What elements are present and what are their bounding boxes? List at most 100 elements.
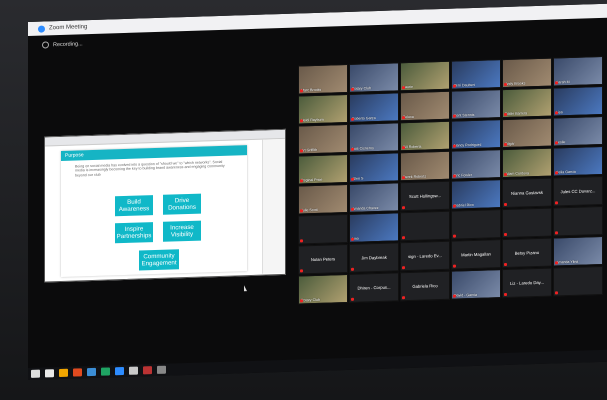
- app-icon[interactable]: [129, 366, 138, 375]
- participant-tile[interactable]: [553, 205, 603, 237]
- participant-name-label: Eddie Barrera: [505, 111, 528, 117]
- participant-display-name: Jim Daybreak: [361, 254, 387, 261]
- participant-tile[interactable]: Nianna Gustavsk: [502, 177, 552, 209]
- participant-tile[interactable]: Eric Fowler: [451, 149, 501, 180]
- record-icon: [42, 41, 49, 49]
- participant-tile[interactable]: Sarah M: [553, 55, 603, 87]
- muted-mic-icon: [402, 206, 405, 210]
- recording-label: Recording...: [53, 40, 83, 48]
- participant-name-label: Roberto Garza: [352, 116, 376, 121]
- muted-mic-icon: [351, 117, 354, 121]
- participant-name-label: Andy Brooks: [505, 81, 526, 87]
- participant-tile[interactable]: Jim Daybreak: [349, 242, 399, 273]
- participant-name-label: Kent Stennis: [454, 112, 475, 118]
- browser-icon[interactable]: [87, 367, 96, 377]
- participant-name-label: Art Griffith: [301, 147, 318, 153]
- muted-mic-icon: [402, 266, 405, 270]
- muted-mic-icon: [402, 296, 405, 300]
- participant-tile[interactable]: [298, 213, 348, 245]
- muted-mic-icon: [555, 81, 558, 85]
- participant-tile[interactable]: Derek Roberts: [400, 150, 450, 182]
- participant-tile[interactable]: Eddie Barrera: [502, 87, 552, 119]
- participant-tile[interactable]: Laurie: [400, 60, 450, 92]
- participant-tile[interactable]: Liz - Laredo Day...: [502, 267, 552, 299]
- start-button-icon[interactable]: [31, 369, 40, 378]
- participant-tile[interactable]: Marc Brooks: [298, 63, 348, 95]
- participant-tile[interactable]: Reginal Price: [298, 153, 348, 185]
- participant-tile[interactable]: Gabriela Rico: [400, 270, 450, 302]
- zoom-taskbar-icon[interactable]: [115, 366, 124, 376]
- participant-tile[interactable]: Kent Stennis: [451, 89, 501, 120]
- participant-tile[interactable]: Rotary Club: [298, 273, 348, 305]
- participant-name-label: Sarah M: [556, 79, 570, 85]
- participant-tile[interactable]: Amanda Chavez: [349, 182, 399, 213]
- participant-name-label: Marc Brooks: [301, 87, 322, 93]
- app-icon-3[interactable]: [157, 365, 166, 374]
- spreadsheet-icon[interactable]: [101, 367, 110, 376]
- participant-tile[interactable]: Roberto Garza: [349, 92, 399, 123]
- participant-tile[interactable]: [451, 209, 501, 240]
- muted-mic-icon: [351, 87, 354, 91]
- participant-tile[interactable]: Celia Garcia: [553, 145, 603, 177]
- participant-tile[interactable]: Zeluca: [400, 90, 450, 122]
- file-explorer-icon[interactable]: [59, 368, 68, 378]
- participant-tile[interactable]: [502, 207, 552, 239]
- doc-body: Being on social media has evolved into a…: [75, 159, 225, 178]
- participant-tile[interactable]: Art Griffith: [298, 123, 348, 155]
- participant-tile[interactable]: Adam Cordova: [502, 147, 552, 179]
- firefox-icon[interactable]: [73, 368, 82, 377]
- participant-tile[interactable]: Nancy Rodriguez: [451, 119, 501, 150]
- muted-mic-icon: [555, 111, 558, 115]
- participant-tile[interactable]: Lino: [349, 212, 399, 243]
- participant-tile[interactable]: Julie Scott: [298, 183, 348, 215]
- participant-display-name: Gabriela Rico: [412, 283, 438, 289]
- participant-tile[interactable]: Scott Hollingsw...: [400, 180, 450, 212]
- app-icon-2[interactable]: [143, 366, 152, 375]
- participant-tile[interactable]: Leslie: [553, 115, 603, 147]
- participant-tile[interactable]: Luis Cisneros: [349, 122, 399, 153]
- participant-tile[interactable]: Amanda Ylina: [553, 235, 603, 267]
- participant-tile[interactable]: Gabriel Rico: [451, 179, 501, 210]
- participant-name-label: David - Garcia: [454, 292, 477, 298]
- participant-display-name: Scott Hollingsw...: [409, 193, 441, 200]
- participant-tile[interactable]: [400, 210, 450, 242]
- muted-mic-icon: [453, 294, 456, 298]
- participant-tile[interactable]: sign - Laredo Ev...: [400, 240, 450, 272]
- participant-display-name: Liz - Laredo Day...: [510, 279, 544, 286]
- window-title: Zoom Meeting: [49, 24, 88, 32]
- participant-tile[interactable]: Edgar: [502, 117, 552, 149]
- participant-tile[interactable]: Bill Roberts: [400, 120, 450, 152]
- participant-display-name: Nianna Gustavsk: [511, 189, 543, 196]
- muted-mic-icon: [453, 84, 456, 88]
- participant-tile[interactable]: Rotary Club: [349, 62, 399, 93]
- muted-mic-icon: [555, 171, 558, 175]
- muted-mic-icon: [504, 82, 507, 87]
- participant-tile[interactable]: Lisa: [553, 85, 603, 117]
- participant-tile[interactable]: Heidi Rayburn: [298, 93, 348, 125]
- recording-indicator[interactable]: Recording...: [42, 40, 83, 49]
- participant-tile[interactable]: Betsy Pizano: [502, 237, 552, 269]
- muted-mic-icon: [453, 144, 456, 148]
- participant-name-label: Amanda Chavez: [352, 205, 379, 211]
- muted-mic-icon: [504, 172, 507, 177]
- muted-mic-icon: [300, 269, 303, 273]
- participant-tile[interactable]: Nolan Peters: [298, 243, 348, 275]
- participant-name-label: Celia Garcia: [556, 169, 576, 175]
- participant-tile[interactable]: Jules CC Duvarz...: [553, 175, 603, 207]
- muted-mic-icon: [555, 291, 558, 295]
- participant-tile[interactable]: Allen S: [349, 152, 399, 183]
- muted-mic-icon: [300, 119, 303, 123]
- participant-tile[interactable]: [553, 265, 603, 297]
- muted-mic-icon: [300, 209, 303, 213]
- search-icon[interactable]: [45, 369, 54, 378]
- muted-mic-icon: [453, 204, 456, 208]
- participant-tile[interactable]: Martin Magallan: [451, 239, 501, 270]
- participant-tile[interactable]: David - Garcia: [451, 269, 501, 300]
- muted-mic-icon: [351, 267, 354, 271]
- shared-document: Purpose Being on social media has evolve…: [61, 145, 247, 277]
- participant-tile[interactable]: Dhiren - Corpus...: [349, 272, 399, 303]
- participant-display-name: sign - Laredo Ev...: [408, 252, 442, 260]
- participant-tile[interactable]: Andy Brooks: [502, 57, 552, 89]
- participant-tile[interactable]: Terri Daubert: [451, 59, 501, 90]
- muted-mic-icon: [504, 262, 507, 267]
